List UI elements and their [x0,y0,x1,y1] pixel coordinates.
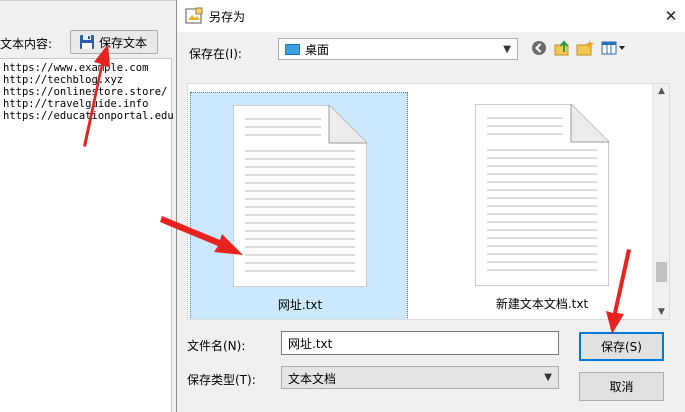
desktop-icon [285,43,300,55]
save-text-button[interactable]: 保存文本 [70,30,158,54]
url-line: https://www.example.com [3,62,149,74]
file-list-pane[interactable]: 网址.txt 新建文本文档.txt ▲ ▼ [187,83,670,320]
dialog-title: 另存为 [209,10,246,24]
text-file-icon [475,104,609,286]
filename-input[interactable]: 网址.txt [281,331,559,355]
url-line: http://techblog.xyz [3,74,124,86]
text-content-label: 文本内容: [0,37,53,51]
url-textarea[interactable]: https://www.example.com http://techblog.… [0,58,174,412]
save-as-dialog: 另存为 ✕ 保存在(I): 桌面 ▼ 网址.txt 新建文本文档.txt ▲ ▼… [176,0,685,412]
filetype-dropdown[interactable]: 文本文档 ▼ [281,366,559,389]
background-app: 文本内容: 保存文本 https://www.example.com http:… [0,0,180,412]
back-icon[interactable] [530,39,548,57]
top-divider [0,0,180,1]
filename-label: 文件名(N): [187,339,246,353]
view-menu-icon[interactable] [601,39,627,57]
url-line: https://onlinestore.store/ [3,86,168,98]
url-line: https://educationportal.edu [3,110,174,122]
save-button[interactable]: 保存(S) [579,332,664,361]
close-icon[interactable]: ✕ [656,0,685,32]
floppy-disk-icon [80,35,94,49]
location-value: 桌面 [305,42,330,57]
file-list-scrollbar[interactable]: ▲ ▼ [652,84,669,319]
filetype-label: 保存类型(T): [187,373,256,387]
file-name-label: 新建文本文档.txt [495,297,589,311]
file-name-label: 网址.txt [277,298,323,312]
chevron-down-icon: ▼ [503,44,511,55]
filetype-value: 文本文档 [288,372,337,386]
save-location-dropdown[interactable]: 桌面 ▼ [278,38,518,60]
file-item-new-text-doc[interactable]: 新建文本文档.txt [433,92,651,319]
file-item-url-txt[interactable]: 网址.txt [190,92,408,319]
scroll-thumb[interactable] [656,262,667,282]
text-file-icon [233,105,367,287]
dialog-titlebar[interactable]: 另存为 ✕ [177,0,685,32]
new-folder-icon[interactable] [576,39,594,57]
up-folder-icon[interactable] [553,39,571,57]
chevron-down-icon: ▼ [544,372,552,383]
scroll-down-icon[interactable]: ▼ [653,307,669,317]
scroll-up-icon[interactable]: ▲ [653,86,669,96]
save-in-label: 保存在(I): [189,47,242,61]
cancel-button[interactable]: 取消 [579,372,664,401]
save-text-button-label: 保存文本 [99,35,148,50]
save-dialog-icon [185,7,203,24]
url-line: http://travelguide.info [3,98,149,110]
